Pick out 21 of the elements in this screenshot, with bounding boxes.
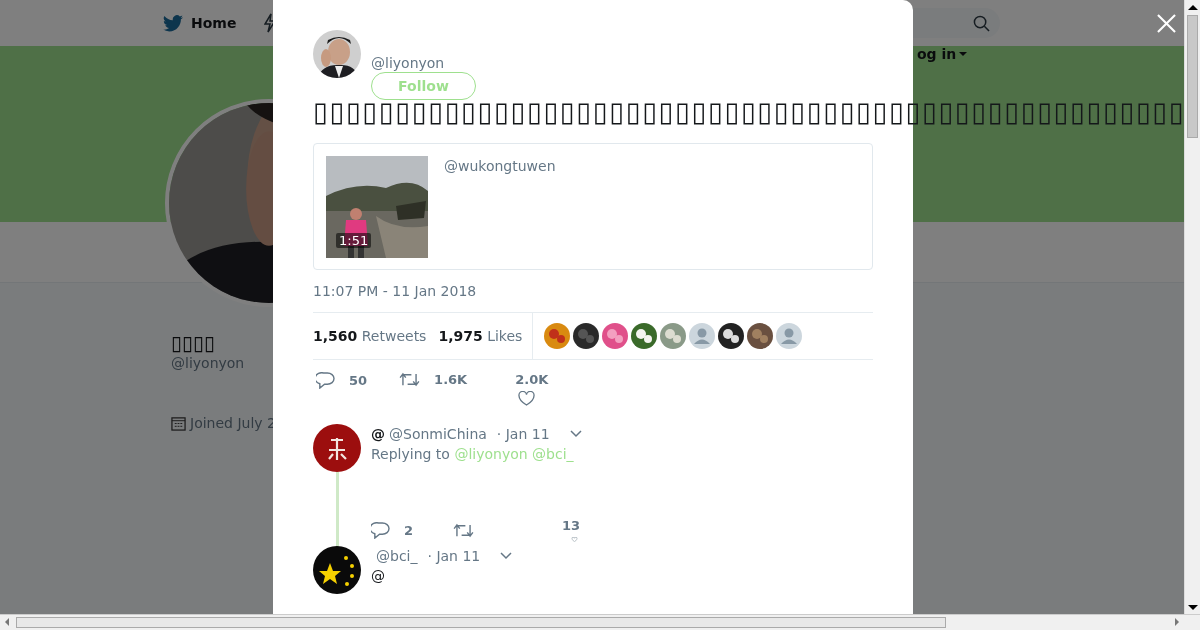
- login-menu[interactable]: og in: [917, 46, 968, 62]
- replying-to-text: Replying to @liyonyon @bci_: [371, 446, 575, 462]
- stat-count[interactable]: 1,560 Retweets: [313, 328, 427, 344]
- home-link[interactable]: Home: [163, 14, 237, 32]
- author-handle[interactable]: @liyonyon: [371, 55, 445, 71]
- reply-author-handle[interactable]: @SonmiChina: [389, 426, 487, 442]
- quoted-tweet-card[interactable]: 1:51 @wukongtuwen: [313, 143, 873, 270]
- like-button[interactable]: 2.0K: [515, 372, 549, 406]
- reply-text: @: [371, 568, 386, 584]
- profile-handle: @liyonyon: [171, 355, 246, 371]
- reply-button[interactable]: 50: [316, 372, 368, 389]
- retweet-button[interactable]: 1.6K: [399, 372, 468, 387]
- reply-time[interactable]: · Jan 11: [496, 426, 550, 442]
- profile-name: ▯▯▯▯: [171, 331, 216, 355]
- reply-time[interactable]: · Jan 11: [427, 548, 481, 564]
- like-button[interactable]: 13: [562, 518, 584, 542]
- reply-author-name[interactable]: @: [371, 426, 385, 442]
- quoted-handle: @wukongtuwen: [444, 158, 556, 176]
- reply-button[interactable]: 2: [371, 518, 414, 542]
- reply-author-handle[interactable]: @bci_: [376, 548, 418, 564]
- stat-count[interactable]: 1,975 Likes: [438, 328, 523, 344]
